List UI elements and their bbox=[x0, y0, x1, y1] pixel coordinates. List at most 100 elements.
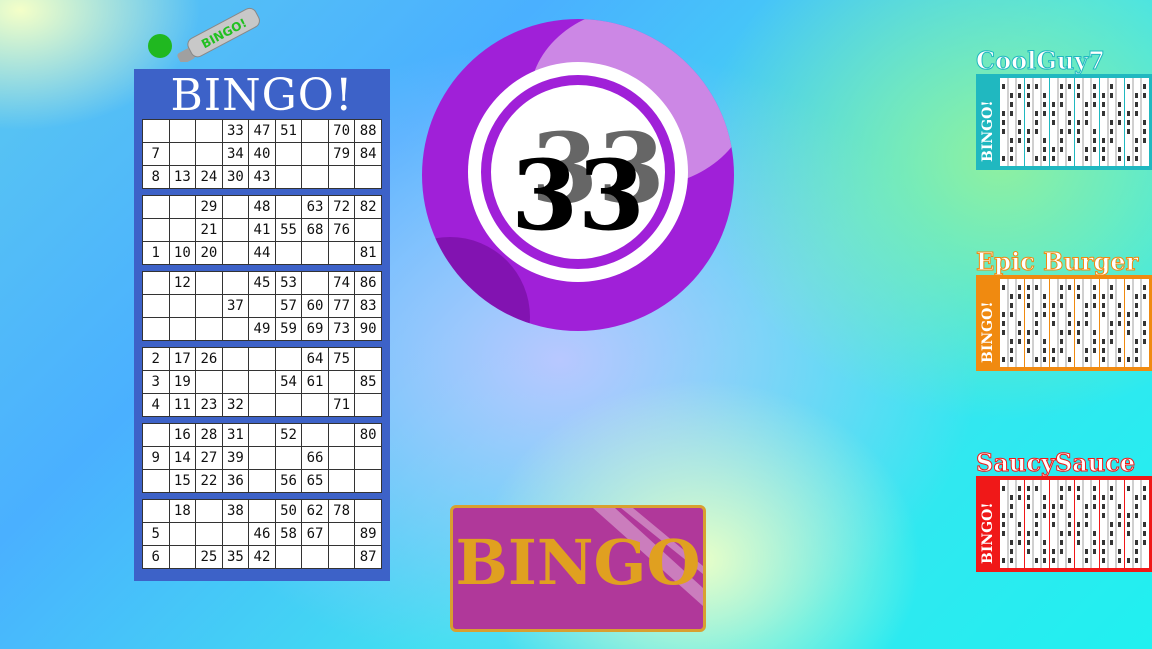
ticket-cell[interactable]: 20 bbox=[195, 241, 223, 265]
ticket-cell[interactable]: 67 bbox=[301, 522, 329, 546]
ticket-cell[interactable]: 66 bbox=[301, 446, 329, 470]
ticket-cell[interactable]: 90 bbox=[354, 317, 382, 341]
ticket-cell[interactable]: 51 bbox=[274, 119, 303, 143]
ticket-cell[interactable]: 57 bbox=[274, 294, 303, 318]
ticket-cell[interactable]: 62 bbox=[301, 499, 329, 523]
ticket-cell[interactable]: 61 bbox=[301, 370, 329, 394]
bingo-button[interactable]: BINGO bbox=[450, 505, 706, 632]
ticket-cell[interactable]: 84 bbox=[354, 142, 382, 166]
ticket-cell[interactable]: 43 bbox=[248, 165, 276, 189]
ticket-cell bbox=[354, 218, 382, 242]
ticket-cell[interactable]: 53 bbox=[274, 271, 303, 295]
ticket-cell[interactable]: 31 bbox=[221, 423, 250, 447]
ticket-cell[interactable]: 79 bbox=[327, 142, 356, 166]
ticket-cell[interactable]: 17 bbox=[168, 347, 197, 371]
ticket-cell[interactable]: 35 bbox=[221, 545, 250, 569]
ticket-cell[interactable]: 39 bbox=[221, 446, 250, 470]
ticket-cell[interactable]: 36 bbox=[221, 469, 250, 493]
ticket-cell[interactable]: 26 bbox=[195, 347, 223, 371]
ticket-cell[interactable]: 88 bbox=[354, 119, 382, 143]
ticket-cell[interactable]: 27 bbox=[195, 446, 223, 470]
ticket-cell[interactable]: 18 bbox=[168, 499, 197, 523]
ticket-cell[interactable]: 77 bbox=[327, 294, 356, 318]
ticket-cell[interactable]: 21 bbox=[195, 218, 223, 242]
ticket-cell[interactable]: 33 bbox=[221, 119, 250, 143]
ticket-cell[interactable]: 37 bbox=[221, 294, 250, 318]
bingo-dauber-icon: BINGO! bbox=[142, 2, 272, 64]
ticket-cell[interactable]: 55 bbox=[274, 218, 303, 242]
ticket-cell[interactable]: 29 bbox=[195, 195, 223, 219]
ticket-cell[interactable]: 59 bbox=[274, 317, 303, 341]
ticket-cell[interactable]: 25 bbox=[195, 545, 223, 569]
ticket-cell[interactable]: 19 bbox=[168, 370, 197, 394]
ticket-cell[interactable]: 85 bbox=[354, 370, 382, 394]
ticket-cell[interactable]: 11 bbox=[168, 393, 197, 417]
ticket-cell[interactable]: 70 bbox=[327, 119, 356, 143]
ticket-cell[interactable]: 40 bbox=[248, 142, 276, 166]
ticket-cell[interactable]: 69 bbox=[301, 317, 329, 341]
ticket-row: 33 47 51 70 88 bbox=[142, 119, 382, 143]
ticket-cell[interactable]: 5 bbox=[142, 522, 170, 546]
ticket-cell[interactable]: 81 bbox=[354, 241, 382, 265]
ticket-cell[interactable]: 38 bbox=[221, 499, 250, 523]
ticket-cell[interactable]: 60 bbox=[301, 294, 329, 318]
ticket-cell[interactable]: 56 bbox=[274, 469, 303, 493]
ticket-cell[interactable]: 83 bbox=[354, 294, 382, 318]
ticket-cell[interactable]: 42 bbox=[248, 545, 276, 569]
ticket-cell[interactable]: 14 bbox=[168, 446, 197, 470]
ticket-cell[interactable]: 58 bbox=[274, 522, 303, 546]
ticket-cell bbox=[248, 469, 276, 493]
ticket-cell[interactable]: 9 bbox=[142, 446, 170, 470]
ticket-cell[interactable]: 6 bbox=[142, 545, 170, 569]
ticket-cell[interactable]: 32 bbox=[221, 393, 250, 417]
ticket-cell[interactable]: 78 bbox=[327, 499, 356, 523]
ticket-cell[interactable]: 65 bbox=[301, 469, 329, 493]
ticket-cell[interactable]: 63 bbox=[301, 195, 329, 219]
ticket-cell[interactable]: 74 bbox=[327, 271, 356, 295]
ticket-cell[interactable]: 49 bbox=[248, 317, 276, 341]
ticket-cell[interactable]: 72 bbox=[327, 195, 356, 219]
ticket-cell[interactable]: 54 bbox=[274, 370, 303, 394]
ticket-cell[interactable]: 87 bbox=[354, 545, 382, 569]
ticket-cell[interactable]: 28 bbox=[195, 423, 223, 447]
ticket-cell[interactable]: 44 bbox=[248, 241, 276, 265]
ticket-cell[interactable]: 34 bbox=[221, 142, 250, 166]
ticket-cell[interactable]: 45 bbox=[248, 271, 276, 295]
ticket-cell[interactable]: 68 bbox=[301, 218, 329, 242]
ticket-cell[interactable]: 2 bbox=[142, 347, 170, 371]
ticket-cell[interactable]: 76 bbox=[327, 218, 356, 242]
ticket-cell[interactable]: 23 bbox=[195, 393, 223, 417]
ticket-cell bbox=[195, 370, 223, 394]
ticket-cell[interactable]: 52 bbox=[274, 423, 303, 447]
ticket-cell[interactable]: 48 bbox=[248, 195, 276, 219]
bingo-button-label: BINGO bbox=[455, 526, 701, 599]
ticket-cell[interactable]: 22 bbox=[195, 469, 223, 493]
ticket-cell[interactable]: 73 bbox=[327, 317, 356, 341]
ticket-cell[interactable]: 47 bbox=[248, 119, 276, 143]
ticket-cell[interactable]: 13 bbox=[168, 165, 197, 189]
ticket-cell[interactable]: 30 bbox=[221, 165, 250, 189]
ticket-cell[interactable]: 10 bbox=[168, 241, 197, 265]
ticket-cell[interactable]: 71 bbox=[327, 393, 356, 417]
ticket-cell[interactable]: 16 bbox=[168, 423, 197, 447]
ticket-cell[interactable]: 7 bbox=[142, 142, 170, 166]
ticket-cell[interactable]: 80 bbox=[354, 423, 382, 447]
ticket-cell[interactable]: 3 bbox=[142, 370, 170, 394]
ticket-cell[interactable]: 41 bbox=[248, 218, 276, 242]
ticket-cell[interactable]: 8 bbox=[142, 165, 170, 189]
ticket-cell[interactable]: 12 bbox=[168, 271, 197, 295]
ticket-cell[interactable]: 89 bbox=[354, 522, 382, 546]
ticket-cell bbox=[168, 317, 197, 341]
ticket-cell[interactable]: 4 bbox=[142, 393, 170, 417]
ticket-cell[interactable]: 50 bbox=[274, 499, 303, 523]
ticket-cell[interactable]: 64 bbox=[301, 347, 329, 371]
ticket-cell[interactable]: 15 bbox=[168, 469, 197, 493]
ticket-cell[interactable]: 86 bbox=[354, 271, 382, 295]
ticket-cell[interactable]: 75 bbox=[327, 347, 356, 371]
ticket-cell[interactable]: 82 bbox=[354, 195, 382, 219]
ticket-cell[interactable]: 46 bbox=[248, 522, 276, 546]
ticket-grid: 2 17 26 64 75 3 19 54 61 85 4 11 23 32 71 bbox=[142, 347, 382, 417]
opponent-card-1: CoolGuy7 BINGO! bbox=[976, 47, 1152, 170]
ticket-cell[interactable]: 1 bbox=[142, 241, 170, 265]
ticket-cell[interactable]: 24 bbox=[195, 165, 223, 189]
